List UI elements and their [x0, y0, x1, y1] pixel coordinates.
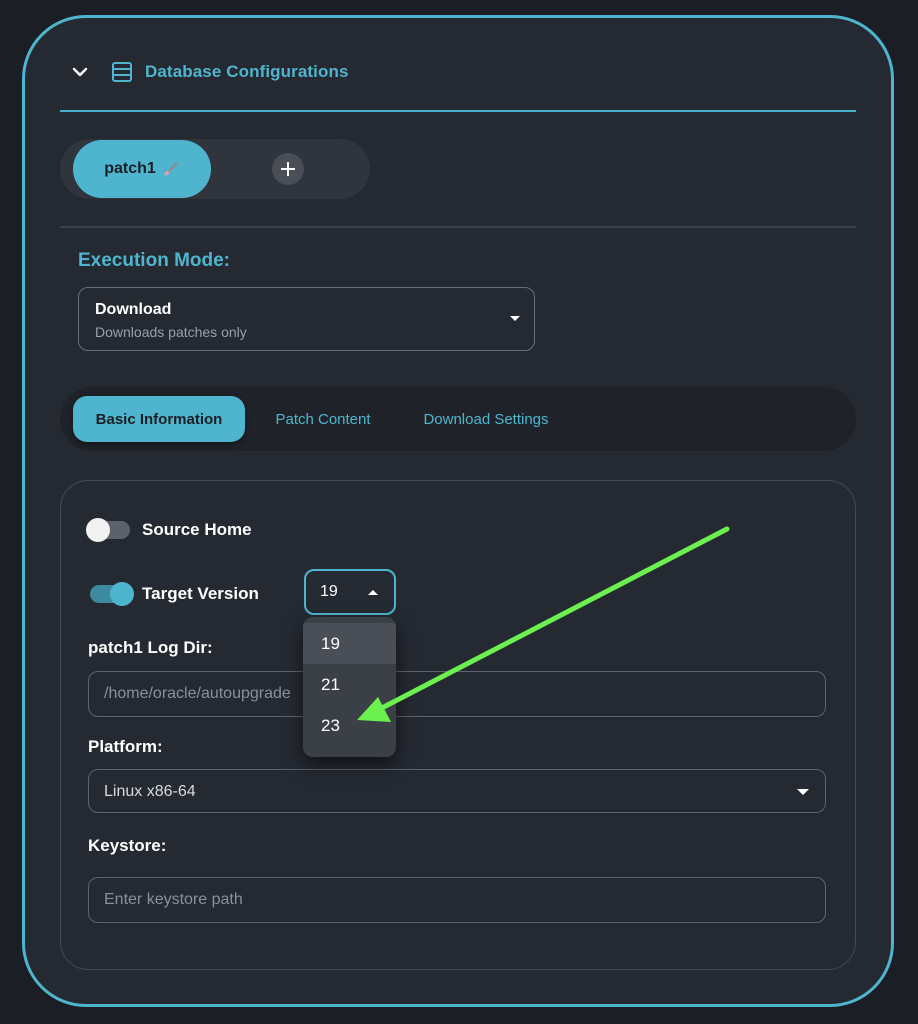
divider — [60, 226, 856, 228]
target-version-value: 19 — [320, 583, 338, 600]
platform-label: Platform: — [88, 737, 163, 756]
add-patch-button[interactable] — [272, 153, 304, 185]
execution-mode-select[interactable]: Download Downloads patches only — [78, 287, 535, 351]
tab-patch1[interactable]: patch1 — [73, 140, 211, 198]
info-tabs: Basic Information Patch Content Download… — [60, 387, 856, 451]
database-icon — [112, 62, 132, 82]
caret-up-icon — [368, 590, 378, 595]
section-title: Database Configurations — [145, 62, 349, 81]
execution-mode-value: Download — [95, 301, 172, 318]
target-version-select[interactable]: 19 — [304, 569, 396, 615]
keystore-label: Keystore: — [88, 836, 167, 855]
execution-mode-label: Execution Mode: — [78, 250, 231, 271]
toggle-knob — [86, 518, 110, 542]
chevron-down-icon[interactable] — [70, 62, 90, 82]
keystore-input[interactable] — [88, 877, 826, 923]
patch-tabs: patch1 — [60, 139, 370, 199]
source-home-label: Source Home — [142, 520, 252, 539]
pencil-icon[interactable] — [162, 160, 180, 178]
version-option-19[interactable]: 19 — [303, 623, 396, 664]
caret-down-icon — [510, 316, 520, 321]
tab-basic-information[interactable]: Basic Information — [73, 396, 245, 442]
execution-mode-description: Downloads patches only — [95, 324, 247, 340]
tab-label: patch1 — [104, 160, 156, 177]
source-home-toggle[interactable] — [86, 518, 130, 542]
tab-patch-content[interactable]: Patch Content — [260, 396, 386, 442]
version-option-23[interactable]: 23 — [303, 705, 396, 746]
section-header[interactable]: Database Configurations — [60, 52, 856, 112]
log-dir-label: patch1 Log Dir: — [88, 638, 213, 657]
target-version-toggle[interactable] — [90, 582, 134, 606]
target-version-dropdown: 19 21 23 — [303, 617, 396, 757]
platform-select[interactable]: Linux x86-64 — [88, 769, 826, 813]
target-version-label: Target Version — [142, 584, 259, 603]
log-dir-input[interactable] — [88, 671, 826, 717]
toggle-knob — [110, 582, 134, 606]
tab-download-settings[interactable]: Download Settings — [406, 396, 566, 442]
version-option-21[interactable]: 21 — [303, 664, 396, 705]
plus-icon — [281, 162, 295, 176]
caret-down-icon — [797, 789, 809, 795]
platform-value: Linux x86-64 — [104, 783, 196, 800]
